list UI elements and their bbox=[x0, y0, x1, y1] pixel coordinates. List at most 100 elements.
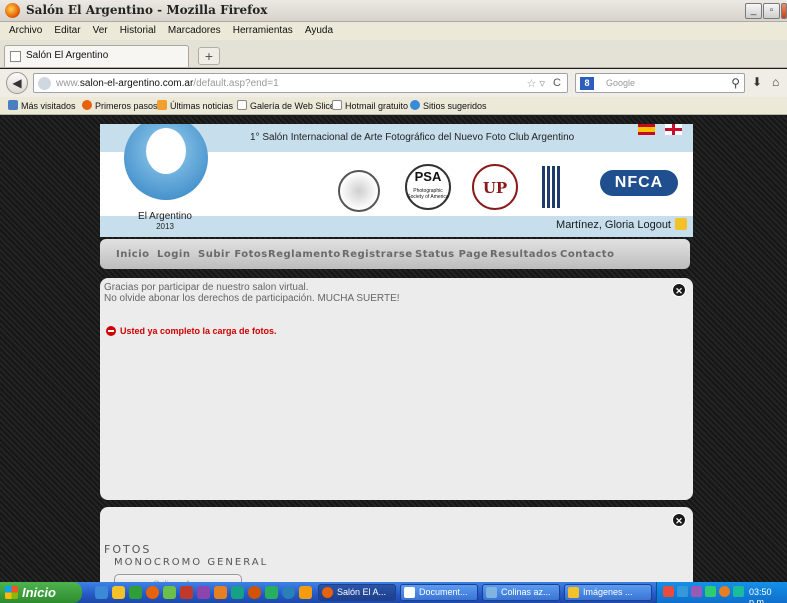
new-tab-button[interactable]: + bbox=[198, 47, 220, 65]
bookmarks-toolbar: Más visitados Primeros pasos Últimas not… bbox=[0, 97, 787, 115]
search-icon[interactable]: ⚲ bbox=[731, 76, 740, 90]
menu-herramientas[interactable]: Herramientas bbox=[233, 25, 293, 36]
page-favicon-icon bbox=[10, 51, 21, 62]
photos-title: FOTOS bbox=[104, 543, 152, 556]
federation-seal-logo bbox=[338, 170, 380, 212]
tab-strip: Salón El Argentino + bbox=[0, 40, 787, 68]
club-logo-name: El Argentino 2013 bbox=[138, 211, 192, 232]
task-colinas[interactable]: Colinas az... bbox=[482, 584, 560, 601]
quicklaunch-icon[interactable] bbox=[197, 586, 210, 599]
navigation-toolbar: ◀ www.salon-el-argentino.com.ar/default.… bbox=[0, 69, 787, 97]
tray-icon[interactable] bbox=[677, 586, 688, 597]
url-bar[interactable]: www.salon-el-argentino.com.ar/default.as… bbox=[33, 73, 568, 93]
taskbar-clock: 03:50 p.m. bbox=[749, 587, 772, 603]
windows-logo-icon bbox=[5, 586, 18, 599]
quicklaunch-icon[interactable] bbox=[95, 586, 108, 599]
search-placeholder: Google bbox=[606, 78, 636, 88]
bookmark-star-icon[interactable]: ☆ ▿ bbox=[527, 77, 545, 90]
error-icon bbox=[106, 326, 116, 336]
windows-taskbar: Inicio Salón El A... Document... Colinas… bbox=[0, 582, 787, 603]
search-engine-icon[interactable]: 8 bbox=[580, 77, 594, 90]
quicklaunch-icon[interactable] bbox=[214, 586, 227, 599]
nav-login[interactable]: Login bbox=[157, 249, 190, 260]
quicklaunch-icon[interactable] bbox=[129, 586, 142, 599]
bookmark-web-slice[interactable]: Galería de Web Slice bbox=[237, 100, 335, 111]
ie-icon bbox=[410, 100, 420, 110]
folder-icon bbox=[568, 587, 579, 598]
menu-archivo[interactable]: Archivo bbox=[9, 25, 42, 36]
welcome-text: Gracias por participar de nuestro salon … bbox=[104, 282, 400, 304]
bookmark-mas-visitados[interactable]: Más visitados bbox=[8, 100, 76, 111]
category-title: MONOCROMO GENERAL bbox=[114, 557, 269, 568]
quicklaunch-icon[interactable] bbox=[231, 586, 244, 599]
nav-reglamento[interactable]: Reglamento bbox=[268, 249, 341, 260]
url-text: www.salon-el-argentino.com.ar/default.as… bbox=[56, 78, 279, 89]
nav-contacto[interactable]: Contacto bbox=[560, 249, 614, 260]
minimize-button[interactable]: _ bbox=[745, 3, 762, 19]
quicklaunch-icon[interactable] bbox=[146, 586, 159, 599]
search-bar[interactable]: 8 Google ⚲ bbox=[575, 73, 745, 93]
tray-icon[interactable] bbox=[719, 586, 730, 597]
site-subtitle: 1° Salón Internacional de Arte Fotográfi… bbox=[250, 132, 575, 143]
tray-icon[interactable] bbox=[733, 586, 744, 597]
site-identity-icon[interactable] bbox=[38, 77, 51, 90]
menu-historial[interactable]: Historial bbox=[120, 25, 156, 36]
nfca-logo: NFCA bbox=[600, 170, 678, 196]
error-message: Usted ya completo la carga de fotos. bbox=[120, 326, 277, 336]
tab-label: Salón El Argentino bbox=[26, 50, 109, 61]
page-icon bbox=[332, 100, 342, 110]
tray-icon[interactable] bbox=[663, 586, 674, 597]
close-window-button[interactable] bbox=[781, 3, 787, 19]
nav-status-page[interactable]: Status Page bbox=[415, 249, 488, 260]
reload-icon[interactable]: C bbox=[553, 77, 561, 89]
maximize-button[interactable]: ▫ bbox=[763, 3, 780, 19]
tray-icon[interactable] bbox=[705, 586, 716, 597]
nav-registrarse[interactable]: Registrarse bbox=[342, 249, 413, 260]
quicklaunch-icon[interactable] bbox=[282, 586, 295, 599]
menu-marcadores[interactable]: Marcadores bbox=[168, 25, 221, 36]
close-panel-icon[interactable]: ✕ bbox=[672, 283, 686, 297]
quicklaunch-icon[interactable] bbox=[248, 586, 261, 599]
firefox-icon bbox=[322, 587, 333, 598]
nav-resultados[interactable]: Resultados bbox=[490, 249, 558, 260]
menu-ver[interactable]: Ver bbox=[93, 25, 108, 36]
firefox-icon bbox=[82, 100, 92, 110]
close-photos-panel-icon[interactable]: ✕ bbox=[672, 513, 686, 527]
task-salon[interactable]: Salón El A... bbox=[318, 584, 396, 601]
quicklaunch-icon[interactable] bbox=[265, 586, 278, 599]
user-logout[interactable]: Martínez, Gloria Logout bbox=[556, 219, 671, 231]
english-flag-icon[interactable] bbox=[665, 124, 682, 135]
quicklaunch-icon[interactable] bbox=[112, 586, 125, 599]
nav-inicio[interactable]: Inicio bbox=[116, 249, 150, 260]
club-logo bbox=[124, 124, 208, 200]
task-document[interactable]: Document... bbox=[400, 584, 478, 601]
bookmark-hotmail[interactable]: Hotmail gratuito bbox=[332, 100, 408, 111]
quicklaunch-icon[interactable] bbox=[299, 586, 312, 599]
site-nav-menu: Inicio Login Subir Fotos Reglamento Regi… bbox=[100, 239, 690, 269]
logout-icon[interactable] bbox=[675, 218, 687, 230]
menu-editar[interactable]: Editar bbox=[54, 25, 80, 36]
rss-icon bbox=[157, 100, 167, 110]
bookmark-ultimas-noticias[interactable]: Últimas noticias bbox=[157, 100, 233, 111]
quicklaunch-icon[interactable] bbox=[180, 586, 193, 599]
start-button[interactable]: Inicio bbox=[0, 582, 82, 603]
task-imagenes[interactable]: Imágenes ... bbox=[564, 584, 652, 601]
download-icon[interactable]: ⬇ bbox=[752, 75, 762, 89]
bookmark-sitios-sugeridos[interactable]: Sitios sugeridos bbox=[410, 100, 487, 111]
home-icon[interactable]: ⌂ bbox=[772, 75, 779, 89]
menu-ayuda[interactable]: Ayuda bbox=[305, 25, 333, 36]
nav-subir-fotos[interactable]: Subir Fotos bbox=[198, 249, 268, 260]
window-titlebar: Salón El Argentino - Mozilla Firefox _ ▫ bbox=[0, 0, 787, 22]
spanish-flag-icon[interactable] bbox=[638, 124, 655, 135]
photo-button[interactable]: Colinas Az... bbox=[114, 574, 242, 582]
site-header: 1° Salón Internacional de Arte Fotográfi… bbox=[100, 124, 693, 237]
bookmark-primeros-pasos[interactable]: Primeros pasos bbox=[82, 100, 158, 111]
menu-bar: Archivo Editar Ver Historial Marcadores … bbox=[0, 22, 787, 40]
tab-salon[interactable]: Salón El Argentino bbox=[4, 45, 189, 67]
tray-icon[interactable] bbox=[691, 586, 702, 597]
photos-panel: ✕ FOTOS MONOCROMO GENERAL Colinas Az... bbox=[100, 507, 693, 582]
quicklaunch-icon[interactable] bbox=[163, 586, 176, 599]
image-icon bbox=[486, 587, 497, 598]
window-title: Salón El Argentino - Mozilla Firefox bbox=[26, 3, 268, 17]
back-button[interactable]: ◀ bbox=[6, 72, 28, 94]
